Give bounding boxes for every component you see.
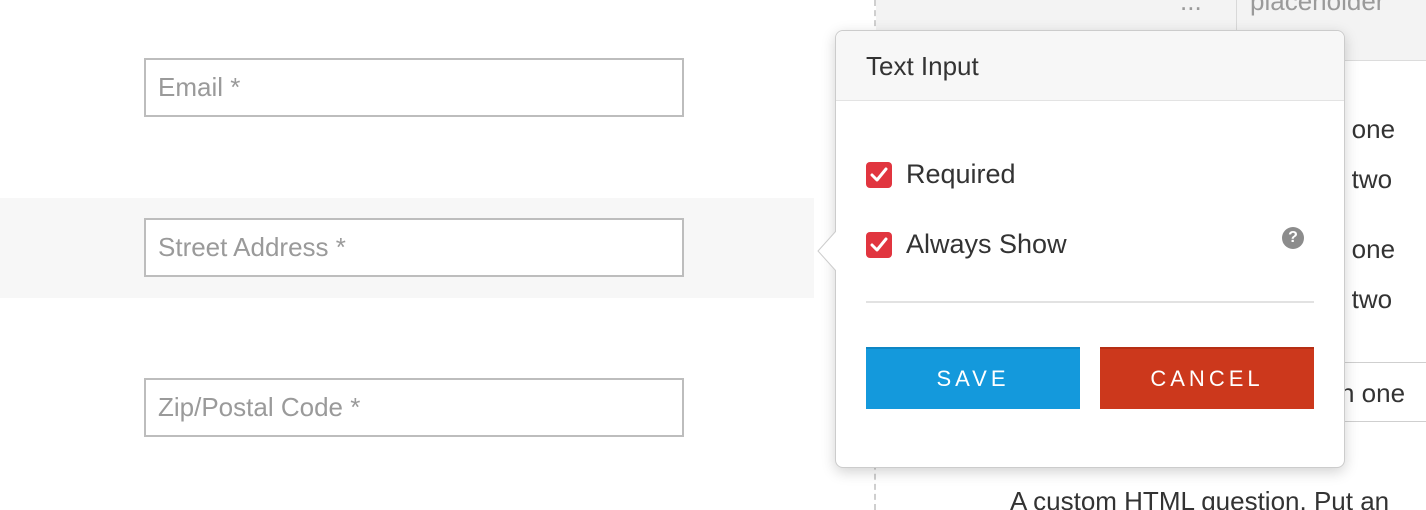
cancel-button[interactable]: CANCEL — [1100, 347, 1314, 409]
street-address-field[interactable] — [144, 218, 684, 277]
popover-divider — [866, 301, 1314, 303]
checkmark-icon — [870, 167, 888, 181]
required-option[interactable]: Required — [866, 159, 1016, 190]
form-builder-canvas: ... placeholder n one n two n one n two … — [0, 0, 1426, 510]
popover-arrow — [817, 231, 837, 271]
placeholder-text: placeholder — [1250, 0, 1385, 16]
checkmark-icon — [870, 237, 888, 251]
option-select-value: n one — [1340, 378, 1406, 408]
popover-title: Text Input — [836, 31, 1344, 101]
always-show-checkbox[interactable] — [866, 231, 892, 258]
save-button[interactable]: SAVE — [866, 347, 1080, 409]
always-show-option[interactable]: Always Show — [866, 229, 1067, 260]
question-circle-icon[interactable]: ? — [1282, 227, 1304, 249]
email-field[interactable] — [144, 58, 684, 117]
zip-postal-code-field[interactable] — [144, 378, 684, 437]
truncated-text: ... — [1180, 0, 1202, 16]
custom-html-question-text: A custom HTML question. Put an — [1010, 486, 1390, 510]
always-show-label: Always Show — [906, 229, 1067, 259]
required-checkbox[interactable] — [866, 161, 892, 188]
required-label: Required — [906, 159, 1016, 189]
text-input-settings-popover: Text Input Required Always Show ? SAVE C… — [835, 30, 1345, 468]
